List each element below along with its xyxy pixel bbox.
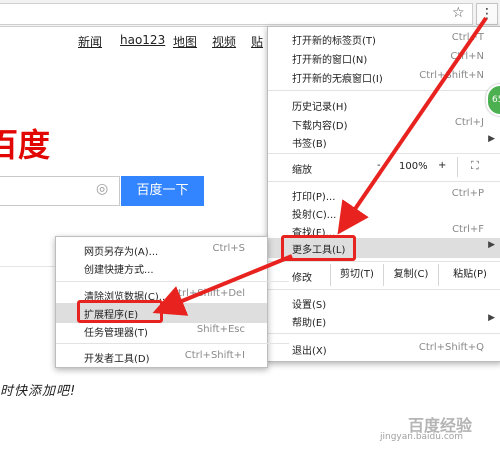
annotation-arrow-menu-to-more-tools <box>337 16 488 235</box>
annotation-arrows <box>152 16 488 316</box>
annotation-arrow-more-tools-to-extensions <box>152 254 293 316</box>
